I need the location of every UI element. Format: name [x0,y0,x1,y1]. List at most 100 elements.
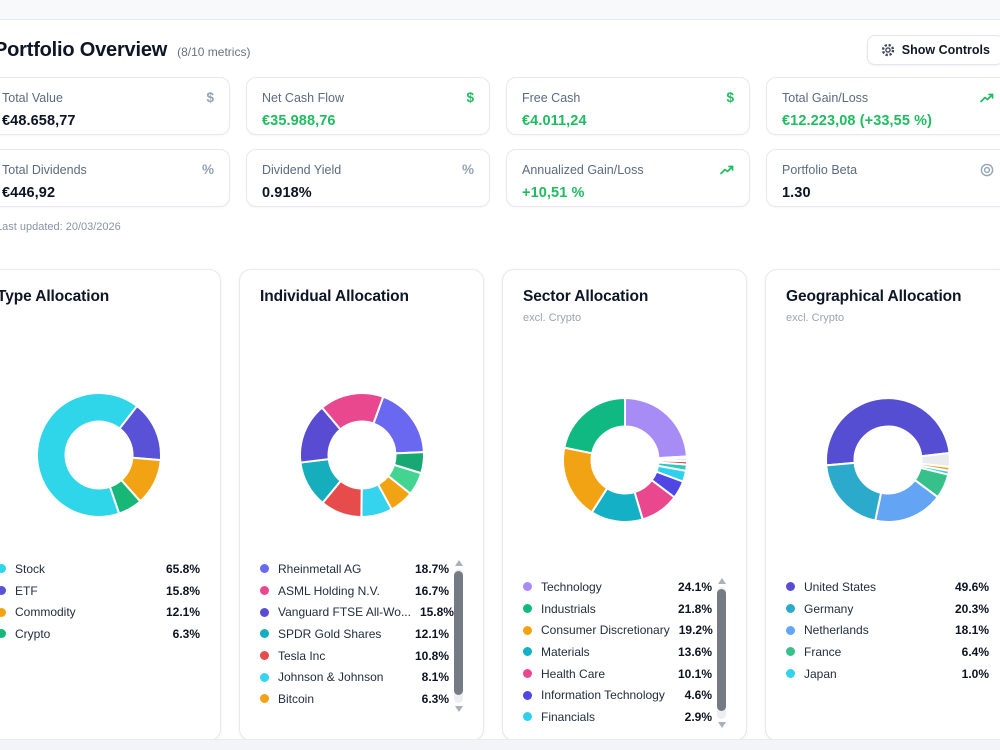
scrollbar-thumb[interactable] [454,571,463,695]
scrollbar-track[interactable] [717,587,726,719]
legend-value: 18.1% [954,623,989,638]
legend-item-rheinmetall-ag[interactable]: Rheinmetall AG 18.7% [260,558,449,580]
legend: United States 49.6% Germany 20.3% Nether… [786,576,989,684]
legend-value: 1.0% [961,666,989,681]
legend-value: 15.8% [165,583,200,598]
metric-card-dividend-yield: Dividend Yield % 0.918% [246,149,490,207]
legend-color-dot [523,647,532,657]
legend-item-crypto[interactable]: Crypto 6.3% [0,623,200,645]
legend-item-spdr-gold-shares[interactable]: SPDR Gold Shares 12.1% [260,623,449,645]
legend-item-bitcoin[interactable]: Bitcoin 6.3% [260,688,449,710]
legend-value: 65.8% [165,561,200,576]
legend-label: Industrials [541,601,596,616]
legend-value: 12.1% [414,626,449,641]
legend-item-industrials[interactable]: Industrials 21.8% [523,598,712,620]
metric-label: Free Cash [522,90,581,105]
legend-item-commodity[interactable]: Commodity 12.1% [0,601,200,623]
page-title: Portfolio Overview [0,38,168,61]
metric-value: 1.30 [782,185,811,201]
legend-item-information-technology[interactable]: Information Technology 4.6% [523,684,712,706]
legend-color-dot [260,672,269,682]
legend-color-dot [786,604,795,614]
metric-value: €48.658,77 [2,113,76,129]
scrollbar-track[interactable] [454,569,463,703]
legend-item-stock[interactable]: Stock 65.8% [0,558,200,580]
sector-allocation-donut-chart [561,397,688,523]
chart-title: Geographical Allocation [786,288,962,305]
legend-label: Technology [541,579,602,594]
legend-item-germany[interactable]: Germany 20.3% [786,598,989,620]
metric-label: Annualized Gain/Loss [522,162,644,177]
metric-label: Total Value [2,90,63,105]
legend-value: 18.7% [414,561,449,576]
legend-item-technology[interactable]: Technology 24.1% [523,576,712,598]
scroll-down-icon[interactable] [454,706,463,712]
legend-label: Stock [15,561,46,576]
legend-label: Rheinmetall AG [278,561,362,576]
legend-item-tesla-inc[interactable]: Tesla Inc 10.8% [260,645,449,667]
dollar-icon: $ [466,89,474,105]
legend-item-consumer-discretionary[interactable]: Consumer Discretionary 19.2% [523,619,713,641]
scrollbar-thumb[interactable] [717,589,726,711]
legend-color-dot [786,647,795,657]
metric-label: Total Dividends [2,162,87,177]
legend-label: Crypto [15,626,51,641]
metric-label: Portfolio Beta [782,162,858,177]
legend-item-united-states[interactable]: United States 49.6% [786,576,989,598]
metric-value: €35.988,76 [262,113,336,129]
legend-item-materials[interactable]: Materials 13.6% [523,641,712,663]
legend-item-johnson-johnson[interactable]: Johnson & Johnson 8.1% [260,666,449,688]
legend-item-japan[interactable]: Japan 1.0% [786,663,989,685]
metric-label: Dividend Yield [262,162,342,177]
main-content: Portfolio Overview (8/10 metrics) Show C… [0,20,1000,741]
scroll-up-icon[interactable] [454,560,463,566]
legend-label: Japan [804,666,837,681]
legend-item-financials[interactable]: Financials 2.9% [523,706,712,728]
legend-label: Vanguard FTSE All-Wo... [278,605,411,620]
donut-slice-industrials[interactable] [562,397,626,455]
type-allocation-donut-chart [35,392,162,518]
last-updated: Last updated: 20/03/2026 [0,221,121,233]
bottom-strip [0,739,1000,750]
legend-value: 13.6% [677,644,712,659]
legend-color-dot [260,694,269,704]
donut-slice-technology[interactable] [623,397,688,460]
scroll-up-icon[interactable] [717,578,726,584]
legend-color-dot [523,690,532,700]
legend-value: 16.7% [414,583,449,598]
legend-item-health-care[interactable]: Health Care 10.1% [523,663,712,685]
legend-item-asml-holding-n-v[interactable]: ASML Holding N.V. 16.7% [260,580,449,602]
legend-item-netherlands[interactable]: Netherlands 18.1% [786,619,989,641]
legend-item-vanguard-ftse-all-wo[interactable]: Vanguard FTSE All-Wo... 15.8% [260,601,454,623]
legend-label: Netherlands [804,623,869,638]
percent-icon: % [201,161,214,177]
legend-value: 24.1% [677,579,712,594]
legend-item-etf[interactable]: ETF 15.8% [0,580,200,602]
donut-slice-germany[interactable] [824,461,882,522]
legend-label: Bitcoin [278,691,315,706]
metric-label: Total Gain/Loss [782,90,869,105]
geographical-allocation-donut-chart [824,397,951,523]
legend: Rheinmetall AG 18.7% ASML Holding N.V. 1… [260,558,454,710]
legend-label: Materials [541,644,590,659]
legend-value: 15.8% [419,605,454,620]
legend-color-dot [523,712,532,722]
trend-icon [720,164,734,176]
legend-scrollbar[interactable] [717,578,726,728]
legend-value: 21.8% [677,601,712,616]
chart-subtitle: excl. Crypto [523,312,582,324]
legend-item-france[interactable]: France 6.4% [786,641,989,663]
legend-label: SPDR Gold Shares [278,626,382,641]
legend-scrollbar[interactable] [454,560,463,712]
legend-label: Health Care [541,666,606,681]
scroll-down-icon[interactable] [717,722,726,728]
show-controls-button[interactable]: Show Controls [866,35,1000,65]
metric-label: Net Cash Flow [262,90,344,105]
target-icon [980,163,994,177]
metric-card-net-cash-flow: Net Cash Flow $ €35.988,76 [246,77,490,135]
charts-grid: Type Allocation Stock 65.8% ETF 15.8% Co… [0,269,1000,741]
legend-value: 19.2% [678,623,713,638]
legend: Technology 24.1% Industrials 21.8% Consu… [523,576,713,728]
metric-value: 0.918% [262,185,312,201]
legend-color-dot [260,586,269,596]
